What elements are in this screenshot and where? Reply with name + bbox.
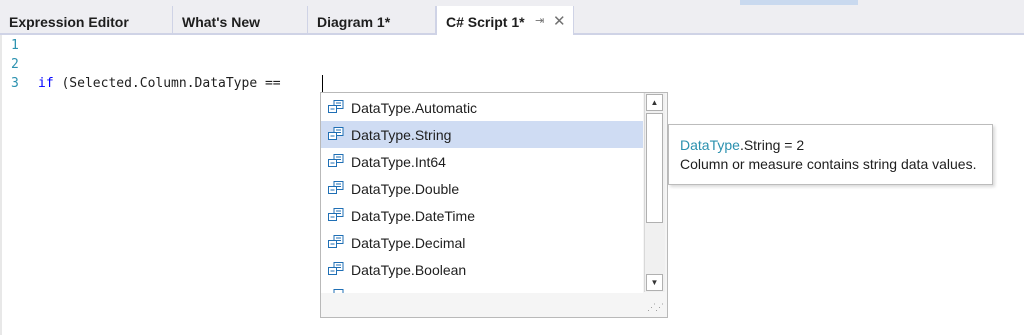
editor-left-border xyxy=(0,35,2,335)
enum-member-icon xyxy=(328,235,344,249)
keyword-if: if xyxy=(38,76,54,91)
top-highlight xyxy=(740,0,858,5)
item-label: DataType.Boolean xyxy=(351,262,467,278)
enum-member-icon xyxy=(328,289,344,293)
scrollbar-thumb[interactable] xyxy=(646,113,663,223)
autocomplete-popup: DataType.Automatic DataType.String DataT… xyxy=(320,92,668,318)
enum-member-icon xyxy=(328,208,344,222)
tab-csharp-script-1[interactable]: C# Script 1* ⇥ ✕ xyxy=(436,6,574,35)
enum-member-icon xyxy=(328,262,344,276)
line-number: 2 xyxy=(11,57,19,72)
tab-label: What's New xyxy=(182,14,261,30)
text-caret xyxy=(322,75,323,92)
item-label: DataType.String xyxy=(351,127,452,143)
autocomplete-item[interactable]: DataType.Int64 xyxy=(321,148,643,175)
tab-diagram-1[interactable]: Diagram 1* xyxy=(308,6,436,34)
code-line-3[interactable]: if (Selected.Column.DataType == xyxy=(38,76,281,92)
tooltip-member: .String = 2 xyxy=(739,137,805,153)
enum-member-icon xyxy=(328,100,344,114)
item-label: DataType.Double xyxy=(351,181,460,197)
autocomplete-item[interactable]: DataType.Decimal xyxy=(321,229,643,256)
tab-expression-editor[interactable]: Expression Editor xyxy=(0,6,173,34)
enum-member-icon xyxy=(328,181,344,195)
autocomplete-item-partial xyxy=(321,283,643,293)
autocomplete-item-selected[interactable]: DataType.String xyxy=(321,121,643,148)
autocomplete-scrollbar[interactable]: ▲ ▼ xyxy=(644,93,665,292)
code-text: (Selected.Column.DataType == xyxy=(53,76,281,91)
tooltip-type: DataType xyxy=(680,137,740,153)
item-label: DataType.Int64 xyxy=(351,154,446,170)
enum-member-icon xyxy=(328,154,344,168)
scroll-down-icon[interactable]: ▼ xyxy=(646,274,663,291)
tooltip-description: Column or measure contains string data v… xyxy=(680,156,977,172)
line-number: 3 xyxy=(11,76,19,91)
scroll-up-icon[interactable]: ▲ xyxy=(646,94,663,111)
tab-whats-new[interactable]: What's New xyxy=(173,6,308,34)
tooltip-signature: DataType.String = 2 xyxy=(680,137,992,153)
enum-member-icon xyxy=(328,127,344,141)
resize-grip-icon[interactable]: ⋰⋰ xyxy=(647,302,664,313)
autocomplete-item[interactable]: DataType.DateTime xyxy=(321,202,643,229)
item-label: DataType.DateTime xyxy=(351,208,475,224)
pin-icon[interactable]: ⇥ xyxy=(535,14,544,27)
item-label: DataType.Decimal xyxy=(351,235,466,251)
tab-label: Expression Editor xyxy=(9,14,129,30)
autocomplete-list: DataType.Automatic DataType.String DataT… xyxy=(321,93,643,293)
tab-label: C# Script 1* xyxy=(446,14,525,30)
autocomplete-item[interactable]: DataType.Double xyxy=(321,175,643,202)
quickinfo-tooltip: DataType.String = 2 Column or measure co… xyxy=(668,124,993,185)
document-tab-bar: Expression Editor What's New Diagram 1* … xyxy=(0,6,1024,35)
autocomplete-item[interactable]: DataType.Automatic xyxy=(321,94,643,121)
close-icon[interactable]: ✕ xyxy=(553,12,566,30)
item-label: DataType.Automatic xyxy=(351,100,478,116)
line-number: 1 xyxy=(11,38,19,53)
tab-label: Diagram 1* xyxy=(317,14,391,30)
autocomplete-item[interactable]: DataType.Boolean xyxy=(321,256,643,283)
